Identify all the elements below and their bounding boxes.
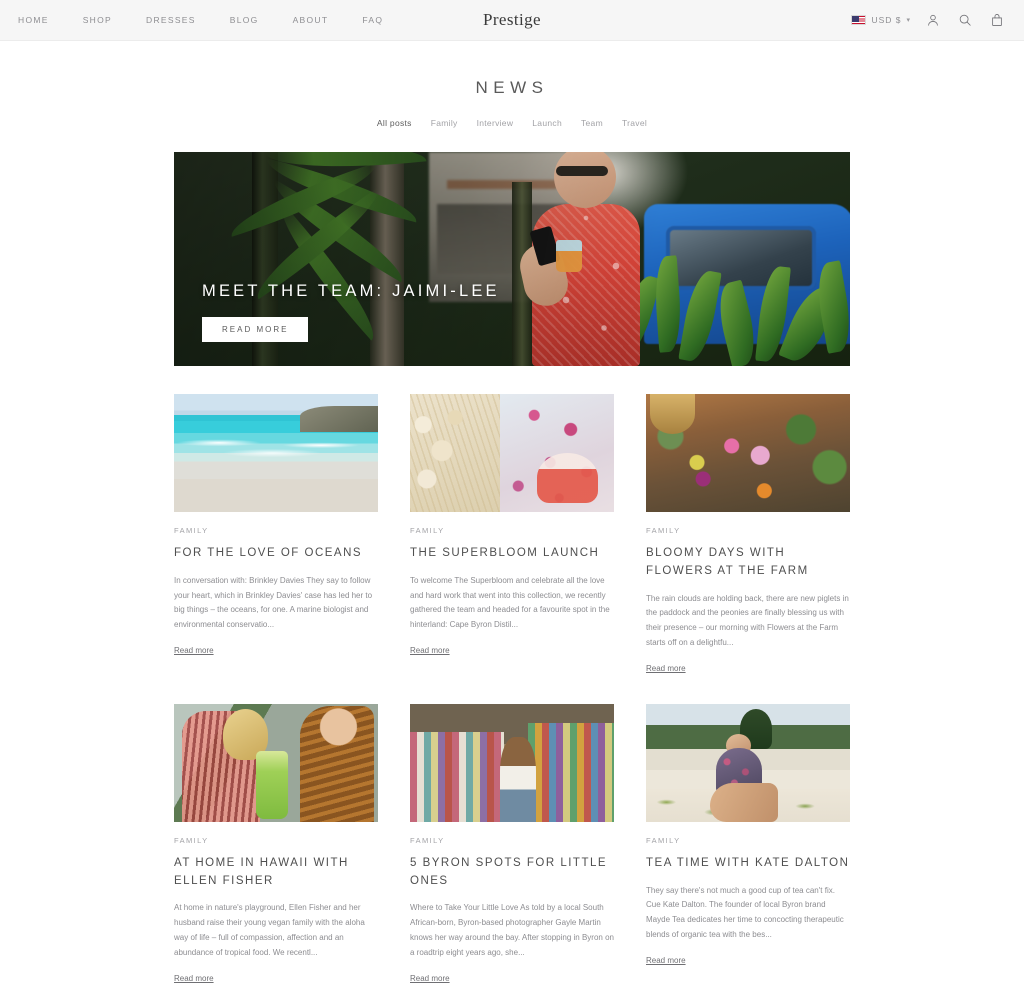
currency-selector[interactable]: USD $ ▾ (851, 15, 910, 25)
nav-item-dresses[interactable]: DRESSES (146, 15, 213, 25)
account-icon[interactable] (924, 11, 942, 29)
post-excerpt: At home in nature's playground, Ellen Fi… (174, 903, 365, 957)
post-read-more-link[interactable]: Read more (410, 974, 450, 983)
post-title[interactable]: 5 BYRON SPOTS FOR LITTLE ONES (410, 855, 614, 891)
cart-icon[interactable] (988, 11, 1006, 29)
post-title[interactable]: TEA TIME WITH KATE DALTON (646, 855, 850, 873)
filter-team[interactable]: Team (581, 118, 603, 128)
post-excerpt: Where to Take Your Little Love As told b… (410, 903, 614, 957)
post-excerpt: The rain clouds are holding back, there … (646, 593, 849, 648)
hero-content: MEET THE TEAM: JAIMI-LEE READ MORE (202, 282, 500, 342)
chevron-down-icon: ▾ (906, 17, 910, 24)
post-card: FAMILY BLOOMY DAYS WITH FLOWERS AT THE F… (646, 394, 850, 676)
post-thumbnail[interactable] (646, 394, 850, 512)
post-card: FAMILY TEA TIME WITH KATE DALTON They sa… (646, 703, 850, 986)
nav-item-faq[interactable]: FAQ (362, 15, 400, 25)
post-title[interactable]: FOR THE LOVE OF OCEANS (174, 545, 378, 563)
post-thumbnail[interactable] (174, 394, 378, 512)
filter-travel[interactable]: Travel (622, 118, 647, 128)
filter-all-posts[interactable]: All posts (377, 118, 412, 128)
filter-interview[interactable]: Interview (477, 118, 514, 128)
category-filters: All posts Family Interview Launch Team T… (0, 118, 1024, 128)
site-header: HOME SHOP DRESSES BLOG ABOUT FAQ Prestig… (0, 0, 1024, 41)
post-read-more-link[interactable]: Read more (174, 974, 214, 983)
featured-post-hero[interactable]: MEET THE TEAM: JAIMI-LEE READ MORE (174, 152, 850, 366)
post-card: FAMILY 5 BYRON SPOTS FOR LITTLE ONES Whe… (410, 703, 614, 986)
post-grid: FAMILY FOR THE LOVE OF OCEANS In convers… (174, 394, 850, 986)
post-card: FAMILY FOR THE LOVE OF OCEANS In convers… (174, 394, 378, 676)
post-title[interactable]: THE SUPERBLOOM LAUNCH (410, 545, 614, 563)
nav-item-home[interactable]: HOME (18, 15, 66, 25)
post-category-tag[interactable]: FAMILY (410, 526, 614, 535)
site-logo-text[interactable]: Prestige (483, 10, 541, 29)
post-title[interactable]: AT HOME IN HAWAII WITH ELLEN FISHER (174, 855, 378, 891)
primary-nav: HOME SHOP DRESSES BLOG ABOUT FAQ (18, 15, 417, 25)
post-excerpt: They say there's not much a good cup of … (646, 885, 844, 940)
nav-item-shop[interactable]: SHOP (83, 15, 129, 25)
us-flag-icon (851, 15, 867, 25)
post-category-tag[interactable]: FAMILY (646, 836, 850, 845)
post-card: FAMILY THE SUPERBLOOM LAUNCH To welcome … (410, 394, 614, 676)
post-category-tag[interactable]: FAMILY (174, 526, 378, 535)
post-thumbnail[interactable] (646, 703, 850, 822)
post-read-more-link[interactable]: Read more (646, 956, 686, 965)
post-category-tag[interactable]: FAMILY (646, 526, 850, 535)
currency-label: USD $ (871, 15, 902, 25)
post-thumbnail[interactable] (174, 703, 378, 822)
post-read-more-link[interactable]: Read more (646, 664, 686, 673)
header-utilities: USD $ ▾ (851, 11, 1006, 29)
post-title[interactable]: BLOOMY DAYS WITH FLOWERS AT THE FARM (646, 545, 850, 581)
page-title: NEWS (475, 78, 549, 97)
nav-item-about[interactable]: ABOUT (293, 15, 346, 25)
filter-launch[interactable]: Launch (532, 118, 562, 128)
post-read-more-link[interactable]: Read more (410, 646, 450, 655)
post-excerpt: In conversation with: Brinkley Davies Th… (174, 575, 373, 630)
nav-item-blog[interactable]: BLOG (230, 15, 276, 25)
search-icon[interactable] (956, 11, 974, 29)
post-excerpt: To welcome The Superbloom and celebrate … (410, 575, 610, 630)
post-category-tag[interactable]: FAMILY (410, 836, 614, 845)
post-read-more-link[interactable]: Read more (174, 646, 214, 655)
hero-read-more-button[interactable]: READ MORE (202, 317, 309, 342)
post-thumbnail[interactable] (410, 394, 614, 512)
hero-title: MEET THE TEAM: JAIMI-LEE (202, 282, 500, 300)
post-card: FAMILY AT HOME IN HAWAII WITH ELLEN FISH… (174, 703, 378, 986)
filter-family[interactable]: Family (431, 118, 458, 128)
post-thumbnail[interactable] (410, 703, 614, 822)
post-category-tag[interactable]: FAMILY (174, 836, 378, 845)
